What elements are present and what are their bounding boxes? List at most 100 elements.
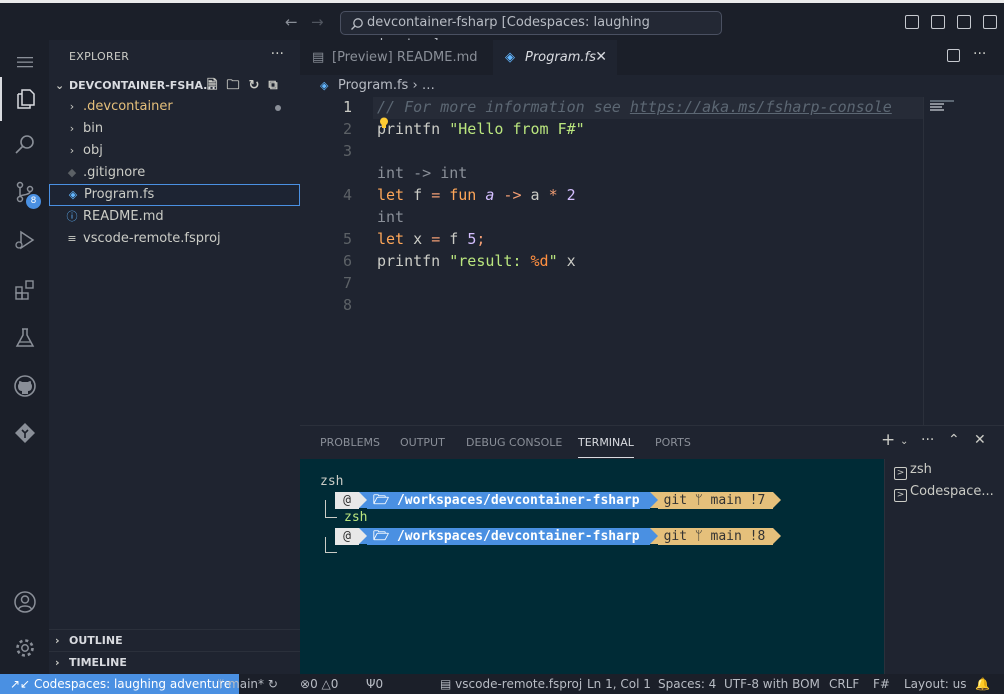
tree-item-gitignore[interactable]: ◆ .gitignore — [49, 162, 300, 184]
search-icon — [351, 18, 363, 30]
minimap[interactable] — [923, 97, 1004, 425]
timeline-section[interactable]: › TIMELINE — [49, 651, 300, 673]
outline-section[interactable]: › OUTLINE — [49, 629, 300, 651]
code-url-link[interactable]: https://aka.ms/fsharp-console — [630, 98, 892, 116]
close-icon[interactable]: ✕ — [595, 40, 607, 75]
terminal-line: zsh — [344, 510, 368, 525]
bell-icon[interactable]: 🔔 — [975, 674, 990, 694]
project-status[interactable]: ▤ vscode-remote.fsproj — [440, 674, 582, 694]
terminal-list-item-zsh[interactable]: > zsh — [894, 459, 932, 481]
tab-readme-preview[interactable]: ▤ [Preview] README.md — [300, 40, 493, 75]
code-operator: = — [431, 230, 441, 248]
tab-program-fs[interactable]: ◈ Program.fs ✕ — [493, 40, 617, 75]
source-control-icon[interactable]: 8 — [0, 170, 49, 214]
line-number: 8 — [342, 296, 352, 314]
codelens-type[interactable]: int — [377, 208, 404, 226]
settings-gear-icon[interactable] — [0, 626, 49, 670]
tree-item-obj[interactable]: › obj — [49, 140, 300, 162]
run-and-debug-icon[interactable] — [0, 218, 49, 262]
code-line-6: printfn "result: %d" x — [377, 252, 576, 270]
tab-label: [Preview] README.md — [332, 50, 478, 65]
toggle-secondary-sidebar-icon[interactable] — [957, 15, 971, 29]
tree-item-bin[interactable]: › bin — [49, 118, 300, 140]
code-number: 2 — [557, 186, 576, 204]
tab-terminal[interactable]: TERMINAL — [578, 436, 634, 458]
search-icon[interactable] — [0, 123, 49, 167]
more-actions-icon[interactable]: ··· — [271, 46, 284, 62]
arrow-right-icon[interactable]: → — [311, 13, 324, 31]
remote-indicator[interactable]: ↗↙ Codespaces: laughing adventure — [0, 674, 240, 694]
problems-status[interactable]: ⊗0 △0 — [300, 674, 338, 694]
split-editor-icon[interactable] — [947, 49, 960, 62]
encoding-status[interactable]: UTF-8 with BOM — [724, 674, 820, 694]
line-number: 7 — [342, 274, 352, 292]
refresh-icon[interactable]: ↻ — [248, 75, 259, 97]
eol-status[interactable]: CRLF — [829, 674, 859, 694]
terminal-list-label: Codespace... — [910, 484, 994, 499]
terminal[interactable]: zsh @ 🗁 /workspaces/devcontainer-fsharp … — [300, 459, 884, 675]
maximize-panel-icon[interactable]: ⌃ — [948, 432, 960, 448]
codelens-type[interactable]: int -> int — [377, 164, 467, 182]
activity-bar: 8 — [0, 40, 49, 674]
editor-tabs: ▤ [Preview] README.md ◈ Program.fs ✕ ··· — [300, 40, 1004, 75]
new-folder-icon[interactable]: 🗀 — [226, 75, 239, 97]
customize-layout-icon[interactable] — [983, 15, 997, 29]
prompt-separator — [649, 492, 658, 508]
sync-icon: ↻ — [267, 677, 278, 691]
explorer-icon[interactable] — [0, 77, 49, 121]
prompt-separator — [773, 528, 782, 544]
cursor-position[interactable]: Ln 1, Col 1 — [587, 674, 651, 694]
tab-debug-console[interactable]: DEBUG CONSOLE — [466, 436, 562, 458]
code-token: printfn — [377, 252, 450, 270]
breadcrumb-rest[interactable]: › … — [412, 78, 434, 93]
more-actions-icon[interactable]: ··· — [921, 432, 934, 448]
arrow-left-icon[interactable]: ← — [285, 13, 298, 31]
code-keyword: let — [377, 230, 405, 248]
new-terminal-icon[interactable]: + — [881, 430, 895, 450]
code-editor[interactable]: 1 2 3 4 5 6 7 8 // For more information … — [300, 97, 1004, 425]
branch-status[interactable]: ᛘ main* ↻ — [217, 674, 278, 694]
tree-item-fsproj[interactable]: ≡ vscode-remote.fsproj — [49, 228, 300, 250]
info-icon: ⓘ — [66, 210, 78, 223]
debian-icon: @ — [335, 528, 359, 545]
breadcrumb-file[interactable]: Program.fs — [338, 78, 408, 93]
toggle-panel-icon[interactable] — [931, 15, 945, 29]
code-string: " — [548, 252, 558, 270]
prompt-separator — [649, 528, 658, 544]
new-file-icon[interactable]: 🗎 — [207, 75, 217, 97]
ports-status[interactable]: Ψ0 — [366, 674, 383, 694]
prompt-path: 🗁 /workspaces/devcontainer-fsharp — [367, 528, 650, 545]
tree-item-readme[interactable]: ⓘ README.md — [49, 206, 300, 228]
folder-header[interactable]: ⌄ DEVCONTAINER-FSHA... 🗎 🗀 ↻ ⧉ — [49, 75, 300, 97]
toggle-primary-sidebar-icon[interactable] — [905, 15, 919, 29]
lightbulb-icon[interactable] — [379, 117, 389, 129]
accounts-icon[interactable] — [0, 580, 49, 624]
tree-item-devcontainer[interactable]: › .devcontainer — [49, 96, 300, 118]
terminal-line: zsh — [320, 474, 344, 489]
more-actions-icon[interactable]: ··· — [973, 46, 986, 62]
indentation-status[interactable]: Spaces: 4 — [658, 674, 716, 694]
line-number: 1 — [342, 98, 352, 116]
tab-problems[interactable]: PROBLEMS — [320, 436, 380, 458]
tab-ports[interactable]: PORTS — [655, 436, 691, 458]
keyboard-layout[interactable]: Layout: us — [904, 674, 967, 694]
tree-item-program-fs[interactable]: ◈ Program.fs — [49, 184, 300, 206]
code-token: x — [404, 230, 432, 248]
git-icon[interactable] — [0, 411, 49, 455]
language-mode[interactable]: F# — [873, 674, 890, 694]
tab-output[interactable]: OUTPUT — [400, 436, 445, 458]
chevron-right-icon: › — [55, 634, 60, 647]
command-center[interactable]: devcontainer-fsharp [Codespaces: laughin… — [340, 11, 722, 52]
code-line-2: printfn "Hello from F#" — [377, 120, 585, 138]
chevron-down-icon[interactable]: ⌄ — [900, 436, 908, 447]
github-icon[interactable] — [0, 364, 49, 408]
collapse-all-icon[interactable]: ⧉ — [268, 75, 277, 97]
prompt-git: git ᛘ main !7 — [657, 492, 774, 509]
fsharp-file-icon: ◈ — [320, 79, 329, 92]
close-panel-icon[interactable]: ✕ — [974, 432, 986, 448]
git-branch-icon: ᛘ — [217, 677, 225, 691]
minimap-line — [930, 100, 954, 102]
testing-icon[interactable] — [0, 316, 49, 360]
terminal-list-item-codespace[interactable]: > Codespace... — [894, 481, 994, 503]
extensions-icon[interactable] — [0, 268, 49, 312]
